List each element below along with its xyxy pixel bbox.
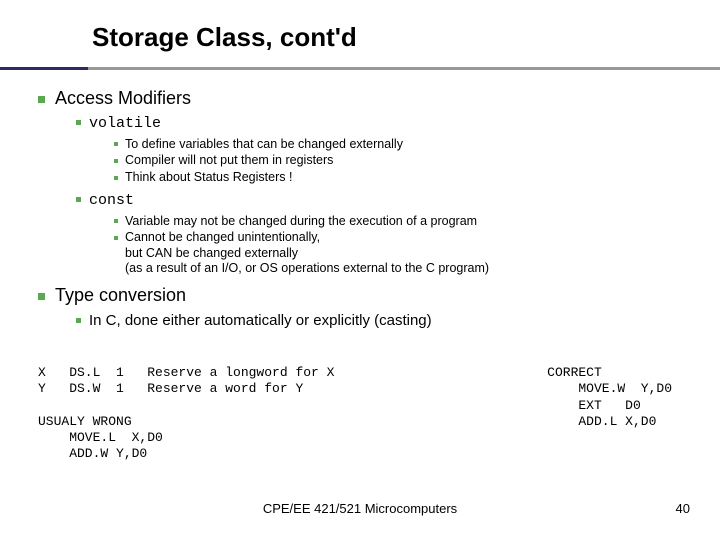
heading-text: Access Modifiers — [55, 88, 191, 108]
bullet-item: To define variables that can be changed … — [114, 137, 700, 153]
code-block-left: X DS.L 1 Reserve a longword for X Y DS.W… — [38, 365, 334, 463]
code-block-right: CORRECT MOVE.W Y,D0 EXT D0 ADD.L X,D0 — [547, 365, 672, 430]
heading-type-conversion: Type conversion — [38, 285, 700, 306]
bullet-item: Compiler will not put them in registers — [114, 153, 700, 169]
bullet-text: To define variables that can be changed … — [125, 137, 645, 153]
bullet-text: Think about Status Registers ! — [125, 170, 645, 186]
square-bullet-icon — [76, 318, 81, 323]
code-keyword: volatile — [89, 115, 161, 132]
rule-navy — [0, 67, 88, 70]
heading-text: Type conversion — [55, 285, 186, 305]
slide-body: Access Modifiers volatile To define vari… — [38, 88, 700, 335]
footer-course: CPE/EE 421/521 Microcomputers — [0, 501, 720, 516]
bullet-item: Cannot be changed unintentionally, but C… — [114, 230, 700, 277]
square-bullet-icon — [38, 96, 45, 103]
title-block: Storage Class, cont'd — [0, 0, 720, 61]
bullet-text: Cannot be changed unintentionally, but C… — [125, 230, 645, 277]
square-bullet-icon — [38, 293, 45, 300]
bullet-item: In C, done either automatically or expli… — [76, 312, 700, 331]
square-bullet-icon — [114, 176, 118, 180]
bullet-text: Variable may not be changed during the e… — [125, 214, 645, 230]
rule-grey — [0, 67, 720, 70]
slide-title: Storage Class, cont'd — [92, 22, 720, 53]
bullet-item: Think about Status Registers ! — [114, 170, 700, 186]
square-bullet-icon — [76, 197, 81, 202]
square-bullet-icon — [114, 236, 118, 240]
footer-page-number: 40 — [676, 501, 690, 516]
square-bullet-icon — [76, 120, 81, 125]
bullet-item: Variable may not be changed during the e… — [114, 214, 700, 230]
heading-access-modifiers: Access Modifiers — [38, 88, 700, 109]
bullet-text: In C, done either automatically or expli… — [89, 312, 432, 329]
bullet-text: Compiler will not put them in registers — [125, 153, 645, 169]
subheading-const: const — [76, 192, 700, 210]
slide: Storage Class, cont'd Access Modifiers v… — [0, 0, 720, 540]
square-bullet-icon — [114, 159, 118, 163]
subheading-volatile: volatile — [76, 115, 700, 133]
title-underline — [0, 67, 720, 70]
square-bullet-icon — [114, 142, 118, 146]
code-keyword: const — [89, 192, 134, 209]
square-bullet-icon — [114, 219, 118, 223]
